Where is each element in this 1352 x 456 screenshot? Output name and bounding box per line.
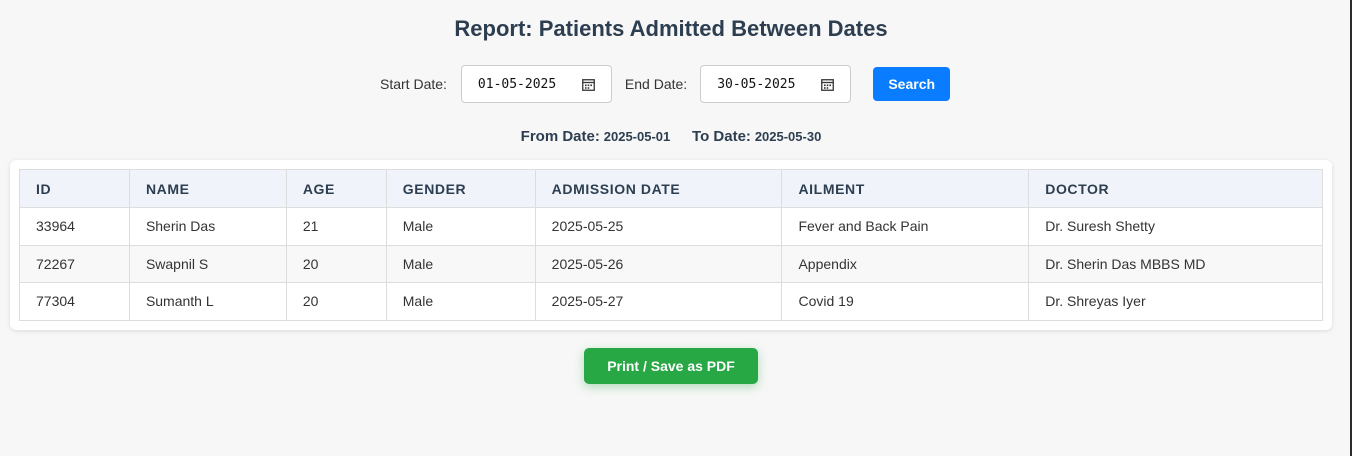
search-button[interactable]: Search [873,67,951,101]
cell-name: Sumanth L [128,282,287,321]
cell-name: Sherin Das [128,207,287,246]
end-date-label: End Date: [624,76,688,92]
column-header-admission-date: ADMISSION DATE [534,169,783,208]
table-row: 33964 Sherin Das 21 Male 2025-05-25 Feve… [19,207,1323,246]
start-date-value: 01-05-2025 [477,76,557,92]
report-table-card: ID NAME AGE GENDER ADMISSION DATE AILMEN… [10,160,1332,330]
cell-doctor: Dr. Suresh Shetty [1028,207,1323,246]
cell-gender: Male [385,244,536,283]
cell-admission-date: 2025-05-26 [534,244,783,283]
to-date-value: 2025-05-30 [754,129,822,144]
table-row: 77304 Sumanth L 20 Male 2025-05-27 Covid… [19,282,1323,321]
cell-id: 77304 [19,282,130,321]
column-header-doctor: DOCTOR [1028,169,1323,208]
date-filter-bar: Start Date: 01-05-2025 End Date: 30-05-2… [380,65,951,103]
column-header-gender: GENDER [385,169,536,208]
print-save-pdf-button[interactable]: Print / Save as PDF [584,348,758,384]
cell-age: 21 [285,207,387,246]
table-row: 72267 Swapnil S 20 Male 2025-05-26 Appen… [19,244,1323,283]
from-date-value: 2025-05-01 [603,129,671,144]
end-date-input[interactable]: 30-05-2025 [700,65,852,103]
column-header-name: NAME [128,169,287,208]
patients-table: ID NAME AGE GENDER ADMISSION DATE AILMEN… [19,169,1323,321]
date-range-summary: From Date: 2025-05-01 To Date: 2025-05-3… [0,128,1342,145]
start-date-input[interactable]: 01-05-2025 [460,65,612,103]
cell-name: Swapnil S [128,244,287,283]
start-date-label: Start Date: [380,76,447,92]
column-header-age: AGE [285,169,387,208]
cell-ailment: Fever and Back Pain [781,207,1030,246]
calendar-icon[interactable] [582,78,595,91]
cell-ailment: Appendix [781,244,1030,283]
cell-id: 33964 [19,207,130,246]
table-header-row: ID NAME AGE GENDER ADMISSION DATE AILMEN… [19,169,1323,208]
cell-admission-date: 2025-05-25 [534,207,783,246]
from-date-label: From Date: [520,128,600,145]
column-header-ailment: AILMENT [781,169,1030,208]
calendar-icon[interactable] [821,78,835,91]
cell-doctor: Dr. Sherin Das MBBS MD [1028,244,1323,283]
cell-doctor: Dr. Shreyas Iyer [1028,282,1323,321]
cell-gender: Male [385,207,536,246]
to-date-label: To Date: [692,128,751,145]
cell-admission-date: 2025-05-27 [534,282,783,321]
cell-ailment: Covid 19 [781,282,1030,321]
column-header-id: ID [19,169,130,208]
cell-age: 20 [285,244,387,283]
cell-age: 20 [285,282,387,321]
cell-gender: Male [385,282,536,321]
page-title: Report: Patients Admitted Between Dates [454,16,888,41]
report-page: Report: Patients Admitted Between Dates … [0,0,1352,456]
end-date-value: 30-05-2025 [717,76,796,92]
cell-id: 72267 [19,244,130,283]
